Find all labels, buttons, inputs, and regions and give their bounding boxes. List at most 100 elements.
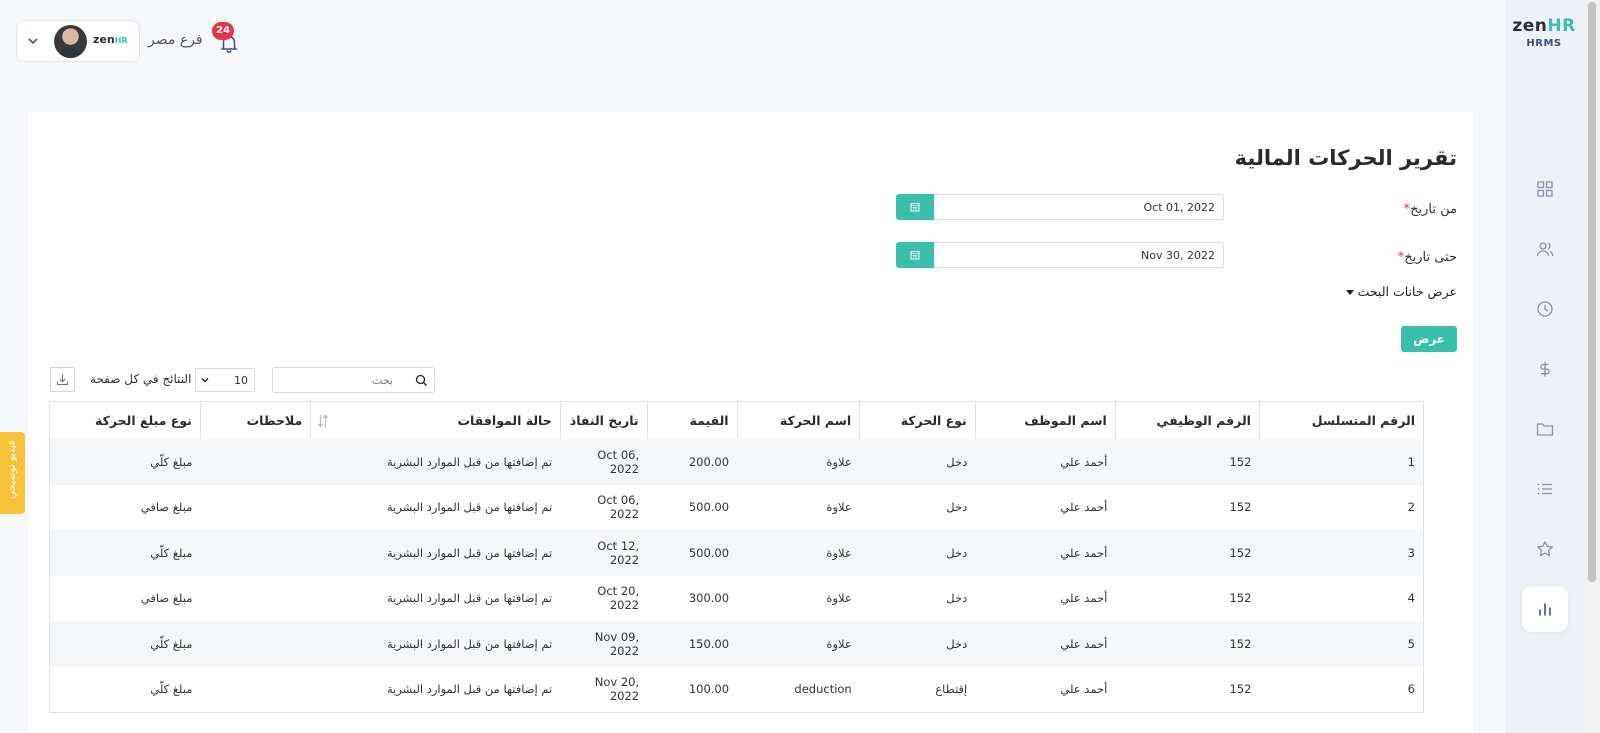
table-row[interactable]: 4 152 أحمد علي دخل علاوة 300.00 Oct 20, …	[50, 576, 1423, 622]
sidebar-item-employees[interactable]	[1522, 226, 1568, 272]
toggle-search-fields[interactable]: عرض خانات البحث	[1345, 284, 1457, 299]
chart-icon	[1539, 603, 1551, 616]
cell-amount-type: مبلغ كلّي	[50, 439, 201, 485]
to-date-calendar-button[interactable]	[896, 242, 934, 268]
col-notes[interactable]: ملاحظات	[199, 402, 311, 439]
cell-employee-name: أحمد علي	[975, 439, 1116, 485]
sidebar-item-documents[interactable]	[1522, 406, 1568, 452]
cell-approval-status: تم إضافتها من قبل الموارد البشرية	[310, 530, 561, 576]
per-page-label: النتائج في كل صفحة	[90, 372, 192, 386]
sidebar-item-requests[interactable]	[1522, 466, 1568, 512]
cell-value: 150.00	[647, 621, 738, 667]
cell-transaction-name: علاوة	[737, 530, 860, 576]
cell-notes	[200, 667, 310, 713]
star-icon	[1537, 541, 1553, 557]
show-report-button[interactable]: عرض	[1401, 326, 1457, 352]
transactions-table: الرقم المتسلسل الرقم الوظيفي اسم الموظف …	[49, 401, 1424, 713]
cell-amount-type: مبلغ صافي	[140, 591, 193, 606]
cell-serial: 5	[1259, 621, 1423, 667]
user-menu[interactable]: zenHR	[16, 20, 140, 62]
sidebar-item-payroll[interactable]	[1522, 346, 1568, 392]
col-effective-date[interactable]: تاريخ النفاذ	[559, 402, 648, 439]
cell-value: 200.00	[647, 439, 738, 485]
table-row[interactable]: 6 152 أحمد علي إقتطاع deduction 100.00 N…	[50, 667, 1423, 713]
cell-employee-id: 152	[1115, 439, 1260, 485]
col-transaction-type[interactable]: نوع الحركة	[859, 402, 976, 439]
cell-serial: 3	[1259, 530, 1423, 576]
cell-employee-name: أحمد علي	[1060, 500, 1108, 515]
cell-notes	[200, 530, 311, 576]
scrollbar[interactable]	[1583, 0, 1600, 733]
cell-effective-date: Nov 09, 2022	[560, 621, 648, 667]
cell-employee-id: 152	[1229, 500, 1252, 515]
cell-employee-id: 152	[1115, 621, 1260, 667]
calendar-icon	[910, 203, 920, 212]
cell-employee-name: أحمد علي	[975, 621, 1116, 667]
video-tutorial-label: فيديو توضيحي	[6, 440, 18, 499]
export-button[interactable]	[50, 367, 75, 392]
cell-serial: 1	[1259, 439, 1423, 485]
sidebar: zenHR HRMS	[1505, 0, 1583, 733]
from-date-field[interactable]: Oct 01, 2022	[896, 194, 1224, 220]
cell-approval-status: تم إضافتها من قبل الموارد البشرية	[310, 439, 561, 485]
table-row[interactable]: 1 152 أحمد علي دخل علاوة 200.00 Oct 06, …	[50, 439, 1423, 485]
cell-transaction-type: إقتطاع	[935, 682, 968, 697]
cell-approval-status: تم إضافتها من قبل الموارد البشرية	[386, 682, 553, 697]
cell-transaction-type: دخل	[946, 500, 968, 515]
calendar-icon	[910, 251, 920, 260]
notification-badge: 24	[212, 22, 234, 40]
sidebar-item-attendance[interactable]	[1522, 286, 1568, 332]
cell-transaction-type: دخل	[946, 591, 968, 606]
cell-amount-type: مبلغ كلّي	[50, 621, 201, 667]
cell-notes	[200, 485, 310, 531]
cell-value: 500.00	[647, 530, 738, 576]
cell-effective-date: Oct 06, 2022	[560, 439, 648, 485]
search-icon	[415, 374, 427, 386]
from-date-calendar-button[interactable]	[896, 194, 934, 220]
search-input[interactable]	[273, 368, 413, 392]
cell-transaction-name: علاوة	[737, 439, 860, 485]
sort-icon[interactable]	[317, 414, 329, 428]
video-tutorial-tab[interactable]: فيديو توضيحي	[0, 432, 25, 514]
table-row[interactable]: 5 152 أحمد علي دخل علاوة 150.00 Nov 09, …	[50, 621, 1423, 667]
cell-approval-status: تم إضافتها من قبل الموارد البشرية	[386, 591, 553, 606]
sidebar-item-dashboard[interactable]	[1522, 166, 1568, 212]
table-row[interactable]: 3 152 أحمد علي دخل علاوة 500.00 Oct 12, …	[50, 530, 1423, 576]
col-employee-name[interactable]: اسم الموظف	[974, 402, 1116, 439]
col-value[interactable]: القيمة	[646, 402, 738, 439]
to-date-field[interactable]: Nov 30, 2022	[896, 242, 1224, 268]
list-icon	[1537, 483, 1552, 495]
chevron-down-icon	[201, 378, 209, 383]
app-logo[interactable]: zenHR HRMS	[1505, 16, 1583, 49]
cell-serial: 4	[1407, 591, 1415, 606]
cell-effective-date: Oct 20, 2022	[597, 584, 640, 613]
company-logo: zenHR	[93, 33, 128, 46]
clock-icon	[1537, 301, 1553, 317]
table-search[interactable]	[272, 367, 435, 393]
cell-employee-name: أحمد علي	[1060, 591, 1108, 606]
folder-icon	[1536, 423, 1554, 436]
cell-transaction-type: دخل	[859, 621, 976, 667]
col-serial[interactable]: الرقم المتسلسل	[1258, 402, 1423, 439]
download-icon	[56, 374, 69, 386]
page-title: تقرير الحركات المالية	[1234, 146, 1457, 170]
cell-transaction-name: علاوة	[826, 591, 852, 606]
col-amount-type[interactable]: نوع مبلغ الحركة	[50, 402, 201, 439]
sidebar-item-evaluations[interactable]	[1522, 526, 1568, 572]
scrollbar-thumb[interactable]	[1588, 2, 1596, 582]
cell-effective-date: Oct 06, 2022	[597, 493, 640, 522]
col-transaction-name[interactable]: اسم الحركة	[736, 402, 860, 439]
dashboard-icon	[1537, 181, 1553, 197]
col-employee-id[interactable]: الرقم الوظيفي	[1114, 402, 1260, 439]
users-icon	[1536, 242, 1554, 257]
cell-approval-status: تم إضافتها من قبل الموارد البشرية	[310, 621, 561, 667]
col-approval-status[interactable]: حالة الموافقات	[310, 402, 561, 439]
sidebar-item-reports[interactable]	[1522, 586, 1568, 632]
cell-employee-name: أحمد علي	[1060, 682, 1108, 697]
cell-transaction-type: دخل	[859, 439, 976, 485]
per-page-select[interactable]: 10	[195, 368, 255, 392]
cell-notes	[200, 439, 311, 485]
branch-name[interactable]: فرع مصر	[148, 32, 203, 48]
dollar-icon	[1540, 361, 1550, 377]
table-row[interactable]: 2 152 أحمد علي دخل علاوة 500.00 Oct 06, …	[50, 485, 1423, 531]
